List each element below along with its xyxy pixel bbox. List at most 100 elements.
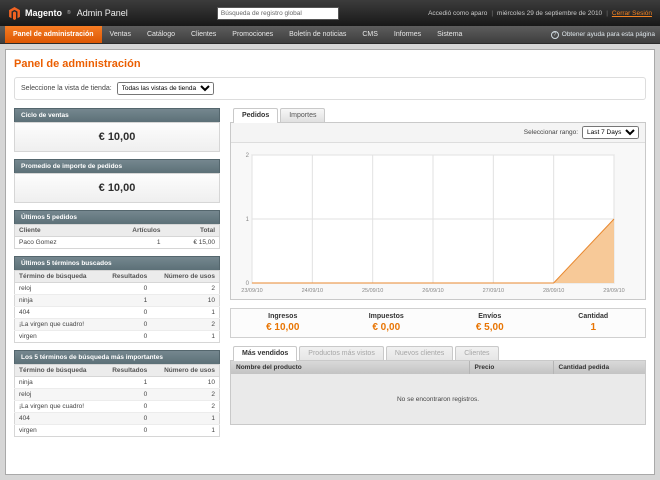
table-row: 40401 (15, 413, 220, 425)
range-label: Seleccionar rango: (524, 129, 578, 136)
orders-chart: 0 1 2 23/09/10 24/09/10 25/09/10 26/09/10 27/09… (231, 143, 645, 299)
grid-tabs: Más vendidos Productos más vistos Nuevos… (230, 346, 646, 361)
help-label: Obtener ayuda para esta página (562, 31, 655, 38)
table-body: ninja110reloj02¡La virgen que cuadro!024… (15, 377, 220, 437)
tab-nuevos-clientes: Nuevos clientes (386, 346, 453, 360)
totals-bar: Ingresos € 10,00 Impuestos € 0,00 Envíos… (230, 308, 646, 338)
nav-item-catalogo[interactable]: Catálogo (139, 26, 183, 43)
svg-text:25/09/10: 25/09/10 (362, 288, 383, 294)
nav-item-boletin[interactable]: Boletín de noticias (281, 26, 354, 43)
nav-item-sistema[interactable]: Sistema (429, 26, 470, 43)
stat-envios: Envíos € 5,00 (438, 313, 542, 333)
table-cell: 1 (102, 295, 151, 307)
table-body: Paco Gomez1€ 15,00 (15, 237, 220, 249)
bestsellers-table: Nombre del producto Precio Cantidad pedi… (231, 361, 645, 424)
stat-value: € 10,00 (231, 322, 335, 333)
table-cell: 1 (151, 331, 219, 343)
magento-logo-icon (8, 7, 21, 20)
table-cell: virgen (15, 331, 102, 343)
logout-link[interactable]: Cerrar Sesión (612, 10, 652, 17)
table-body: reloj02ninja11040401¡La virgen que cuadr… (15, 283, 220, 343)
column-header: Cliente (15, 225, 99, 237)
stat-cantidad: Cantidad 1 (542, 313, 646, 333)
range-select[interactable]: Last 7 Days (582, 126, 639, 139)
card-title: Los 5 términos de búsqueda más important… (14, 350, 220, 364)
column-header: Total (164, 225, 219, 237)
table-cell: ninja (15, 295, 102, 307)
table-cell: 10 (151, 377, 219, 389)
top-search-terms-table: Término de búsqueda Resultados Número de… (14, 364, 220, 437)
global-search-input[interactable] (217, 7, 339, 20)
column-header: Número de usos (151, 365, 219, 377)
column-header: Número de usos (151, 271, 219, 283)
svg-text:0: 0 (246, 281, 250, 287)
stat-label: Envíos (438, 313, 542, 320)
dashboard-columns: Ciclo de ventas € 10,00 Promedio de impo… (14, 108, 646, 444)
last-orders-card: Últimos 5 pedidos Cliente Artículos Tota… (14, 210, 220, 249)
table-cell: 1 (102, 377, 151, 389)
help-link[interactable]: ? Obtener ayuda para esta página (551, 26, 655, 43)
tab-pedidos[interactable]: Pedidos (233, 108, 278, 123)
content-background: Panel de administración Seleccione la vi… (0, 44, 660, 480)
table-row: Paco Gomez1€ 15,00 (15, 237, 220, 249)
tab-mas-vendidos[interactable]: Más vendidos (233, 346, 297, 361)
table-row: ninja110 (15, 377, 220, 389)
store-view-select[interactable]: Todas las vistas de tienda (117, 82, 214, 95)
brand-suffix: Admin Panel (77, 8, 128, 18)
nav-item-dashboard[interactable]: Panel de administración (5, 26, 102, 43)
top-search-terms-card: Los 5 términos de búsqueda más important… (14, 350, 220, 437)
table-header-row: Cliente Artículos Total (15, 225, 220, 237)
session-info: Accedió como aparo | miércoles 29 de sep… (428, 10, 652, 17)
svg-text:29/09/10: 29/09/10 (603, 288, 624, 294)
table-cell: 404 (15, 307, 102, 319)
table-row: virgen01 (15, 331, 220, 343)
average-order-card: Promedio de importe de pedidos € 10,00 (14, 159, 220, 203)
table-cell: ¡La virgen que cuadro! (15, 319, 102, 331)
table-cell: ¡La virgen que cuadro! (15, 401, 102, 413)
separator: | (606, 10, 608, 17)
table-cell: virgen (15, 425, 102, 437)
nav-item-informes[interactable]: Informes (386, 26, 429, 43)
svg-text:2: 2 (246, 153, 250, 159)
tab-productos-mas-vistos: Productos más vistos (299, 346, 384, 360)
svg-text:1: 1 (246, 217, 250, 223)
nav-list: Panel de administración Ventas Catálogo … (5, 26, 470, 43)
main-nav: Panel de administración Ventas Catálogo … (0, 26, 660, 44)
separator: | (491, 10, 493, 17)
logged-in-text: Accedió como aparo (428, 10, 487, 17)
table-body: No se encontraron registros. (231, 374, 645, 424)
stat-value: € 5,00 (438, 322, 542, 333)
dashboard-left-column: Ciclo de ventas € 10,00 Promedio de impo… (14, 108, 220, 444)
card-title: Últimos 5 pedidos (14, 210, 220, 224)
content-panel: Panel de administración Seleccione la vi… (5, 49, 655, 475)
nav-item-promociones[interactable]: Promociones (224, 26, 281, 43)
column-header: Cantidad pedida (553, 361, 645, 374)
column-header: Artículos (99, 225, 165, 237)
empty-message: No se encontraron registros. (231, 374, 645, 424)
table-row: ninja110 (15, 295, 220, 307)
nav-item-clientes[interactable]: Clientes (183, 26, 224, 43)
tab-importes[interactable]: Importes (280, 108, 325, 122)
card-value: € 10,00 (14, 173, 220, 203)
page-title: Panel de administración (14, 58, 646, 70)
table-cell: 2 (151, 389, 219, 401)
store-view-label: Seleccione la vista de tienda: (21, 85, 112, 92)
nav-item-ventas[interactable]: Ventas (102, 26, 139, 43)
table-row: 40401 (15, 307, 220, 319)
magento-admin-screen: Magento® Admin Panel Accedió como aparo … (0, 0, 660, 480)
table-header-row: Término de búsqueda Resultados Número de… (15, 271, 220, 283)
column-header: Término de búsqueda (15, 365, 102, 377)
svg-text:27/09/10: 27/09/10 (483, 288, 504, 294)
svg-text:24/09/10: 24/09/10 (302, 288, 323, 294)
bestsellers-panel: Nombre del producto Precio Cantidad pedi… (230, 361, 646, 425)
table-cell: reloj (15, 283, 102, 295)
svg-text:26/09/10: 26/09/10 (422, 288, 443, 294)
table-cell: 0 (102, 307, 151, 319)
stat-value: € 0,00 (335, 322, 439, 333)
table-cell: reloj (15, 389, 102, 401)
nav-item-cms[interactable]: CMS (354, 26, 386, 43)
svg-text:23/09/10: 23/09/10 (241, 288, 262, 294)
top-header: Magento® Admin Panel Accedió como aparo … (0, 0, 660, 26)
card-title: Promedio de importe de pedidos (14, 159, 220, 173)
table-cell: 0 (102, 389, 151, 401)
